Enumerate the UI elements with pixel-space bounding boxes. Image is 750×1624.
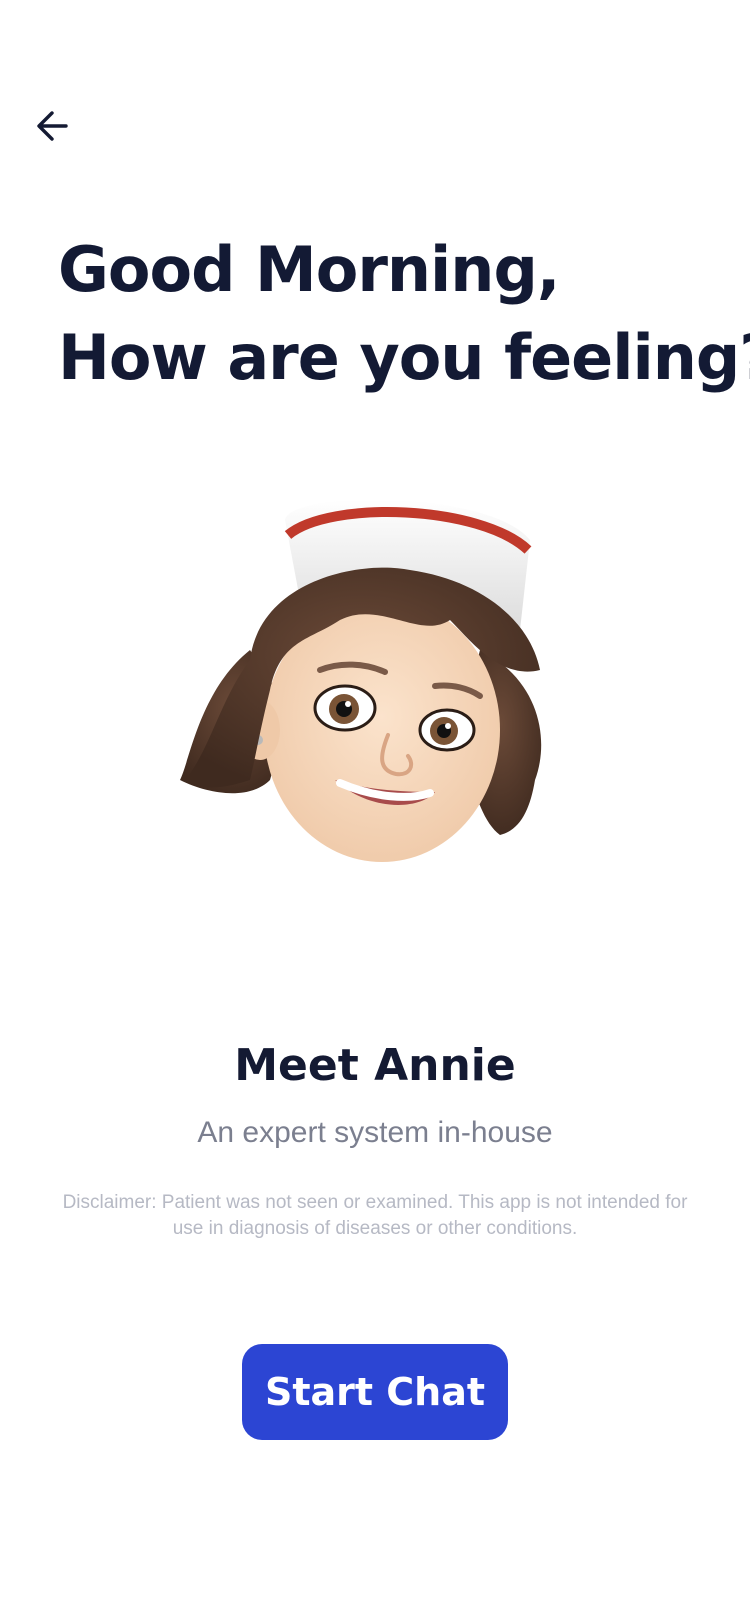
arrow-left-icon [37,111,68,141]
greeting-line-1: Good Morning, [58,233,560,306]
greeting-heading: Good Morning, How are you feeling? [58,226,750,402]
disclaimer-text: Disclaimer: Patient was not seen or exam… [62,1192,688,1239]
nurse-avatar-illustration [180,499,542,862]
assistant-name: Meet Annie [234,1040,516,1091]
greeting-line-2: How are you feeling? [58,321,750,394]
assistant-subtitle: An expert system in-house [197,1116,553,1149]
back-button[interactable] [30,104,74,148]
nurse-avatar [160,480,580,900]
start-chat-button[interactable]: Start Chat [242,1344,508,1440]
